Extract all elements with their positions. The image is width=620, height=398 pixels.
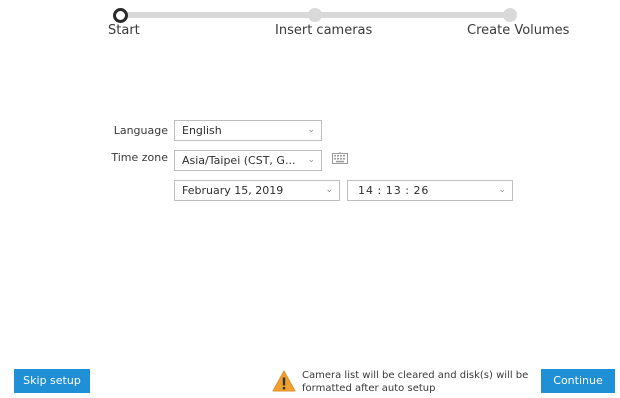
- continue-button[interactable]: Continue: [541, 369, 615, 393]
- language-value: English: [182, 124, 222, 137]
- time-select[interactable]: 14 : 13 : 26 ⌄: [347, 180, 513, 201]
- chevron-down-icon: ⌄: [498, 185, 506, 195]
- warning-message: Camera list will be cleared and disk(s) …: [302, 369, 532, 395]
- timezone-label: Time zone: [111, 151, 168, 164]
- step-dot-insert-cameras: [308, 8, 322, 22]
- wizard-progress: [112, 7, 517, 23]
- step-dot-start: [112, 7, 128, 23]
- time-seconds: 26: [413, 184, 430, 197]
- chevron-down-icon: ⌄: [325, 185, 333, 195]
- step-label-start: Start: [108, 23, 140, 38]
- keyboard-icon[interactable]: [332, 152, 348, 164]
- time-minutes: 13: [385, 184, 402, 197]
- warning-line-2: formatted after auto setup: [302, 383, 436, 394]
- skip-setup-button[interactable]: Skip setup: [14, 369, 90, 393]
- timezone-value: Asia/Taipei (CST, G...: [182, 154, 296, 167]
- timezone-select[interactable]: Asia/Taipei (CST, G... ⌄: [174, 150, 322, 171]
- chevron-down-icon: ⌄: [307, 125, 315, 135]
- language-label: Language: [113, 124, 168, 137]
- warning-icon: [272, 370, 296, 392]
- step-label-create-volumes: Create Volumes: [467, 23, 570, 38]
- chevron-down-icon: ⌄: [307, 155, 315, 165]
- step-dot-create-volumes: [503, 8, 517, 22]
- step-label-insert-cameras: Insert cameras: [275, 23, 373, 38]
- date-select[interactable]: February 15, 2019 ⌄: [174, 180, 340, 201]
- time-hours: 14: [358, 184, 374, 197]
- date-value: February 15, 2019: [182, 184, 284, 197]
- warning-line-1: Camera list will be cleared and disk(s) …: [302, 370, 529, 381]
- language-select[interactable]: English ⌄: [174, 120, 322, 141]
